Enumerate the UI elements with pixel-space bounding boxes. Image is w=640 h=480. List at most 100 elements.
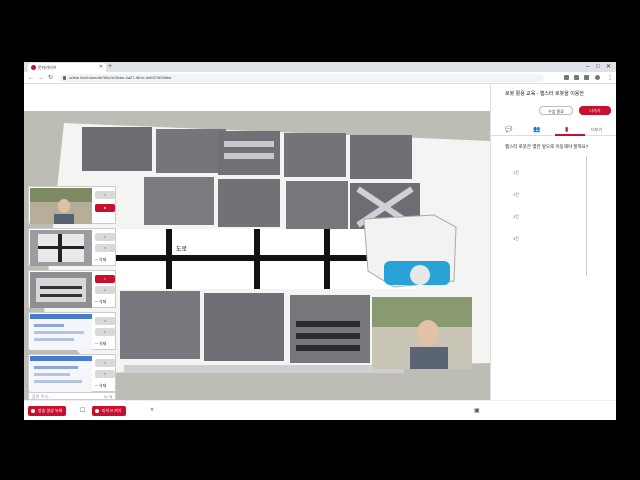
camera-toggle-button[interactable]: ○ <box>95 317 115 325</box>
quiz-option[interactable]: 4칸 <box>513 236 519 242</box>
road-line <box>254 229 260 289</box>
participant-thumbnail <box>30 356 92 392</box>
participant-thumbnail <box>30 314 92 350</box>
hamster-robot <box>410 265 430 285</box>
record-button[interactable]: 방송 영상 녹화 <box>28 406 67 416</box>
board-tile <box>290 295 370 363</box>
board-tile <box>296 321 360 327</box>
quiz-question: 햄스터 로봇은 몇칸 앞으로 이동해야 할까요? <box>505 144 589 149</box>
board-tile <box>144 177 214 225</box>
delete-tile-button[interactable]: ─ 삭제 <box>95 257 106 263</box>
checkbox-icon[interactable]: ☐ <box>80 407 85 414</box>
extension-icon[interactable] <box>584 75 589 80</box>
board-tile <box>82 127 152 171</box>
participant-tile[interactable]: ○ ● <box>28 186 116 224</box>
mic-toggle-button[interactable]: ○ <box>95 244 115 252</box>
mic-toggle-button[interactable]: ○ <box>95 286 115 294</box>
end-class-label: 수업 종료 <box>548 109 564 114</box>
participant-note-input[interactable]: 참여 주석... <box>32 393 51 400</box>
road-line <box>324 229 330 289</box>
maximize-button[interactable]: □ <box>596 62 600 72</box>
presenter-pip <box>410 347 448 369</box>
url-text: onthe.live/room/ab7f8c2d-5bee-4a27-9b1e-… <box>69 75 172 80</box>
exit-button[interactable]: 나가기 <box>579 106 611 115</box>
board-tile <box>204 293 284 361</box>
delete-tile-button[interactable]: ─ 삭제 <box>95 299 106 305</box>
close-icon[interactable]: ✕ <box>150 407 154 413</box>
participant-tile[interactable]: ○ ○ ─ 삭제 <box>28 354 116 392</box>
class-title: 로봇 활용 교육 - 햄스터 로봇을 이용한 <box>505 91 585 97</box>
delete-tile-button[interactable]: ─ 삭제 <box>95 341 106 347</box>
cast-icon[interactable] <box>564 75 569 80</box>
screen-share-icon[interactable]: ▣ <box>474 407 480 414</box>
tile-footer: 참여 주석... 0 / 5 <box>28 392 116 400</box>
presenter-pip <box>417 320 439 346</box>
road-label: 도로 <box>176 246 188 253</box>
url-input[interactable]: onthe.live/room/ab7f8c2d-5bee-4a27-9b1e-… <box>60 74 544 82</box>
camera-toggle-button[interactable]: ○ <box>95 191 115 199</box>
favicon-icon <box>31 65 36 70</box>
bookmark-star-icon[interactable] <box>574 75 579 80</box>
tab-chat[interactable]: 💬 <box>505 126 512 133</box>
mic-toggle-button[interactable]: ● <box>95 204 115 212</box>
participant-tile[interactable]: ○ ○ ─ 삭제 <box>28 228 116 266</box>
quiz-option[interactable]: 3칸 <box>513 214 519 220</box>
board-tile <box>296 345 360 351</box>
board-tile <box>120 291 200 359</box>
tab-more[interactable]: 더보기 <box>591 127 602 133</box>
address-bar-row: ← → ↻ onthe.live/room/ab7f8c2d-5bee-4a27… <box>24 72 616 84</box>
browser-tab[interactable]: 몬티라이브 ✕ <box>28 63 106 72</box>
panel-tabs: 💬 👥 ▮ 더보기 <box>491 124 616 136</box>
board-tile <box>218 179 280 227</box>
menu-dots-icon[interactable]: ⋮ <box>607 73 613 83</box>
browser-window: 몬티라이브 ✕ + – □ ✕ ← → ↻ onthe.live/room/ab… <box>24 62 616 420</box>
record-label: 방송 영상 녹화 <box>38 408 63 413</box>
profile-avatar[interactable] <box>595 75 600 80</box>
participant-tile[interactable]: ○ ○ ─ 삭제 <box>28 312 116 350</box>
participant-tile[interactable]: ○ ○ ─ 삭제 <box>28 270 116 308</box>
close-window-button[interactable]: ✕ <box>606 62 611 72</box>
camera-toggle-button[interactable]: ○ <box>95 233 115 241</box>
camera-toggle-button[interactable]: ○ <box>95 359 115 367</box>
mic-toggle-button[interactable]: ○ <box>95 370 115 378</box>
side-panel: 로봇 활용 교육 - 햄스터 로봇을 이용한 수업 종료 나가기 💬 👥 ▮ 더… <box>490 84 616 400</box>
bottom-toolbar: 방송 영상 녹화 ☐ 마이크 켜기 ✕ ▣ <box>24 400 616 420</box>
record-icon <box>31 409 35 413</box>
mic-label: 마이크 켜기 <box>102 408 122 413</box>
board-tile <box>156 129 226 173</box>
board-tile <box>350 135 412 179</box>
mic-button[interactable]: 마이크 켜기 <box>92 406 126 416</box>
lock-icon <box>63 76 66 80</box>
board-tile <box>286 181 348 229</box>
participant-thumbnail <box>30 230 92 266</box>
mic-icon <box>95 409 99 413</box>
end-class-button[interactable]: 수업 종료 <box>539 106 573 115</box>
back-icon[interactable]: ← <box>28 73 34 83</box>
quiz-option[interactable]: 2칸 <box>513 192 519 198</box>
tab-participants[interactable]: 👥 <box>533 126 540 133</box>
camera-toggle-button[interactable]: ○ <box>95 275 115 283</box>
stage-top-spacer <box>24 84 490 111</box>
participant-thumbnail <box>30 272 92 308</box>
board-tile <box>224 141 274 147</box>
participant-count: 0 / 5 <box>104 394 112 399</box>
tab-quiz[interactable]: ▮ <box>565 126 568 133</box>
close-tab-icon[interactable]: ✕ <box>99 63 103 72</box>
board-tile <box>284 133 346 177</box>
road-line <box>166 229 172 289</box>
quiz-option[interactable]: 1칸 <box>513 170 519 176</box>
board-tile <box>224 153 274 159</box>
board-tile <box>296 333 360 339</box>
screen: 몬티라이브 ✕ + – □ ✕ ← → ↻ onthe.live/room/ab… <box>0 0 640 480</box>
tab-strip: 몬티라이브 ✕ + – □ ✕ <box>24 62 616 72</box>
active-tab-indicator <box>555 134 585 136</box>
forward-icon[interactable]: → <box>38 73 44 83</box>
tab-title: 몬티라이브 <box>38 65 57 70</box>
board-edge <box>124 365 404 373</box>
reload-icon[interactable]: ↻ <box>48 73 53 83</box>
minimize-button[interactable]: – <box>586 62 589 72</box>
delete-tile-button[interactable]: ─ 삭제 <box>95 383 106 389</box>
mic-toggle-button[interactable]: ○ <box>95 328 115 336</box>
new-tab-button[interactable]: + <box>108 62 112 72</box>
participant-thumbnail <box>30 188 92 224</box>
